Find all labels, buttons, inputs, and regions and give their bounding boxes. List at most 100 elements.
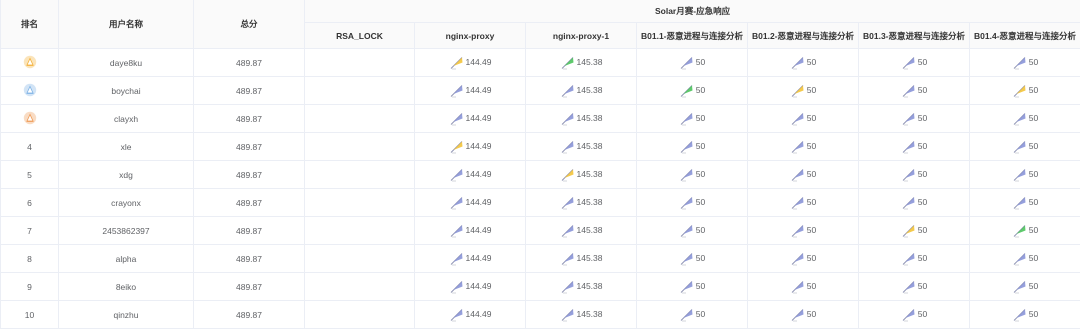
challenge-header[interactable]: nginx-proxy-1 [525, 22, 637, 49]
solve-indicator: 144.49 [449, 250, 492, 266]
rank-number: 5 [27, 169, 32, 180]
blue-flag-icon [449, 194, 465, 210]
solve-indicator: 50 [679, 138, 705, 154]
table-row[interactable]: 6 crayonx 489.87 144.49 145.38 50 50 50 50 [0, 188, 1080, 217]
solve-indicator: 145.38 [560, 194, 603, 210]
challenge-header[interactable]: B01.2-恶意进程与连接分析 [747, 22, 859, 49]
challenge-header[interactable]: B01.3-恶意进程与连接分析 [858, 22, 970, 49]
challenge-score-cell: 50 [636, 160, 748, 189]
challenge-score-cell: 144.49 [414, 132, 526, 161]
challenge-score: 144.49 [465, 280, 492, 291]
challenge-score-cell: 50 [969, 244, 1080, 273]
blue-flag-icon [790, 222, 806, 238]
challenge-header[interactable]: RSA_LOCK [304, 22, 415, 49]
challenge-score: 50 [695, 196, 706, 207]
challenge-score-cell: 50 [747, 188, 859, 217]
blue-flag-icon [1012, 54, 1028, 70]
total-score-cell: 489.87 [193, 48, 305, 77]
blue-flag-icon [790, 138, 806, 154]
username-cell[interactable]: alpha [58, 244, 194, 273]
table-row[interactable]: 8 alpha 489.87 144.49 145.38 50 50 50 50 [0, 244, 1080, 273]
scoreboard-table: 排名 用户名称 总分 Solar月赛-应急响应 RSA_LOCK nginx-p… [0, 0, 1080, 329]
table-row[interactable]: daye8ku 489.87 144.49 145.38 50 50 50 50 [0, 48, 1080, 77]
blue-flag-icon [901, 54, 917, 70]
challenge-score: 50 [1028, 280, 1039, 291]
challenge-score: 50 [917, 196, 928, 207]
challenge-score: 145.38 [576, 308, 603, 319]
challenge-score: 50 [917, 252, 928, 263]
solve-indicator: 50 [679, 278, 705, 294]
challenge-score: 50 [917, 112, 928, 123]
first-blood-flag-icon [1012, 82, 1028, 98]
challenge-score-cell: 145.38 [525, 244, 637, 273]
challenge-score: 145.38 [576, 140, 603, 151]
blue-flag-icon [901, 82, 917, 98]
solve-indicator: 50 [901, 250, 927, 266]
blue-flag-icon [679, 278, 695, 294]
username-cell[interactable]: boychai [58, 76, 194, 105]
challenge-score: 50 [1028, 84, 1039, 95]
challenge-score: 144.49 [465, 168, 492, 179]
challenge-score-cell: 144.49 [414, 48, 526, 77]
solve-indicator: 50 [790, 138, 816, 154]
challenge-score: 50 [1028, 196, 1039, 207]
challenge-score: 50 [695, 140, 706, 151]
challenge-score-cell: 50 [969, 272, 1080, 301]
table-row[interactable]: clayxh 489.87 144.49 145.38 50 50 50 50 [0, 104, 1080, 133]
username-cell[interactable]: xdg [58, 160, 194, 189]
table-row[interactable]: 10 qinzhu 489.87 144.49 145.38 50 50 50 50 [0, 300, 1080, 329]
username-cell[interactable]: 8eiko [58, 272, 194, 301]
challenge-score-cell: 50 [969, 104, 1080, 133]
challenge-score-cell: 145.38 [525, 272, 637, 301]
username-cell[interactable]: clayxh [58, 104, 194, 133]
solve-indicator: 50 [679, 54, 705, 70]
challenge-score-cell: 145.38 [525, 188, 637, 217]
blue-flag-icon [449, 250, 465, 266]
challenge-score-cell: 145.38 [525, 104, 637, 133]
blue-flag-icon [901, 306, 917, 322]
challenge-score-cell: 50 [747, 132, 859, 161]
total-score-cell: 489.87 [193, 160, 305, 189]
username-cell[interactable]: qinzhu [58, 300, 194, 329]
blue-flag-icon [901, 166, 917, 182]
challenge-score: 50 [806, 140, 817, 151]
challenge-header[interactable]: B01.1-恶意进程与连接分析 [636, 22, 748, 49]
username-cell[interactable]: 2453862397 [58, 216, 194, 245]
challenge-score-cell: 50 [858, 244, 970, 273]
username-cell[interactable]: daye8ku [58, 48, 194, 77]
solve-indicator: 50 [1012, 110, 1038, 126]
total-header[interactable]: 总分 [193, 0, 305, 49]
blue-flag-icon [1012, 306, 1028, 322]
table-row[interactable]: 9 8eiko 489.87 144.49 145.38 50 50 50 50 [0, 272, 1080, 301]
table-row[interactable]: 4 xle 489.87 144.49 145.38 50 50 50 50 [0, 132, 1080, 161]
username-cell[interactable]: crayonx [58, 188, 194, 217]
solve-indicator: 50 [1012, 54, 1038, 70]
table-row[interactable]: 7 2453862397 489.87 144.49 145.38 50 50 50 50 [0, 216, 1080, 245]
challenge-score-cell [304, 160, 415, 189]
blue-flag-icon [560, 110, 576, 126]
solve-indicator: 145.38 [560, 138, 603, 154]
table-row[interactable]: boychai 489.87 144.49 145.38 50 50 50 50 [0, 76, 1080, 105]
rank-header[interactable]: 排名 [0, 0, 59, 49]
user-header[interactable]: 用户名称 [58, 0, 194, 49]
table-row[interactable]: 5 xdg 489.87 144.49 145.38 50 50 50 50 [0, 160, 1080, 189]
challenge-score-cell: 50 [858, 132, 970, 161]
challenge-score-cell: 50 [858, 272, 970, 301]
challenge-score-cell: 144.49 [414, 300, 526, 329]
blue-flag-icon [449, 110, 465, 126]
challenge-header[interactable]: B01.4-恶意进程与连接分析 [969, 22, 1080, 49]
blue-flag-icon [790, 278, 806, 294]
solve-indicator: 145.38 [560, 166, 603, 182]
challenge-score: 50 [695, 280, 706, 291]
total-score-cell: 489.87 [193, 132, 305, 161]
challenge-score-cell: 50 [747, 160, 859, 189]
blue-flag-icon [1012, 166, 1028, 182]
solve-indicator: 50 [1012, 82, 1038, 98]
challenge-score: 50 [695, 252, 706, 263]
solve-indicator: 144.49 [449, 166, 492, 182]
rank-cell [0, 76, 59, 105]
challenge-header[interactable]: nginx-proxy [414, 22, 526, 49]
username-cell[interactable]: xle [58, 132, 194, 161]
challenge-score-cell: 144.49 [414, 272, 526, 301]
challenge-score: 145.38 [576, 280, 603, 291]
